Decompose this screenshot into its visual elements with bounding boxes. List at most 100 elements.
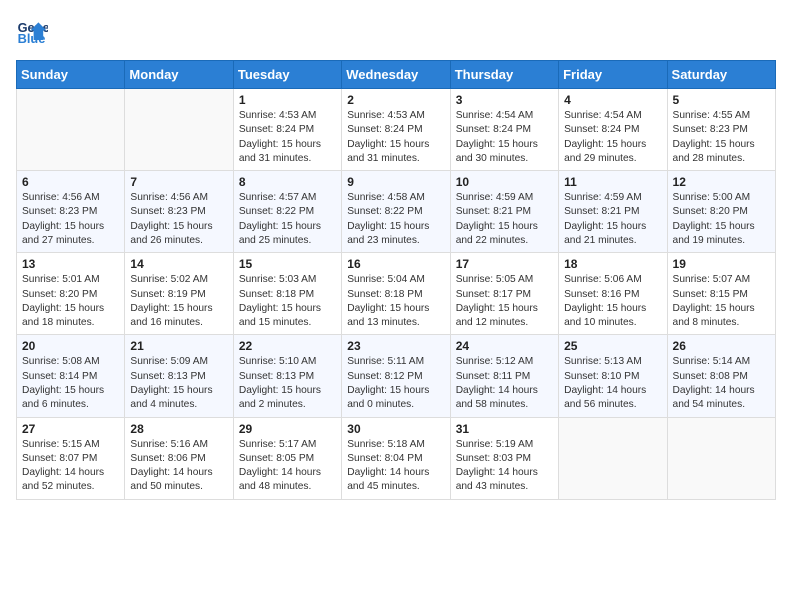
cell-content: Sunrise: 4:57 AM Sunset: 8:22 PM Dayligh… bbox=[239, 191, 336, 248]
cell-content: Sunrise: 4:53 AM Sunset: 8:24 PM Dayligh… bbox=[347, 109, 444, 166]
day-number: 23 bbox=[347, 339, 444, 353]
day-number: 26 bbox=[673, 339, 770, 353]
cell-content: Sunrise: 5:01 AM Sunset: 8:20 PM Dayligh… bbox=[22, 273, 119, 330]
day-number: 16 bbox=[347, 257, 444, 271]
day-number: 3 bbox=[456, 93, 553, 107]
calendar-cell: 2 Sunrise: 4:53 AM Sunset: 8:24 PM Daylig… bbox=[342, 89, 450, 171]
calendar-week-row: 13 Sunrise: 5:01 AM Sunset: 8:20 PM Dayli… bbox=[17, 253, 776, 335]
cell-content: Sunrise: 5:19 AM Sunset: 8:03 PM Dayligh… bbox=[456, 438, 553, 495]
day-number: 8 bbox=[239, 175, 336, 189]
calendar-cell: 31 Sunrise: 5:19 AM Sunset: 8:03 PM Dayli… bbox=[450, 417, 558, 499]
weekday-header: Monday bbox=[125, 61, 233, 89]
calendar-cell bbox=[667, 417, 775, 499]
day-number: 25 bbox=[564, 339, 661, 353]
cell-content: Sunrise: 5:04 AM Sunset: 8:18 PM Dayligh… bbox=[347, 273, 444, 330]
cell-content: Sunrise: 5:00 AM Sunset: 8:20 PM Dayligh… bbox=[673, 191, 770, 248]
cell-content: Sunrise: 5:12 AM Sunset: 8:11 PM Dayligh… bbox=[456, 355, 553, 412]
cell-content: Sunrise: 4:53 AM Sunset: 8:24 PM Dayligh… bbox=[239, 109, 336, 166]
calendar-cell: 16 Sunrise: 5:04 AM Sunset: 8:18 PM Dayli… bbox=[342, 253, 450, 335]
calendar-cell bbox=[559, 417, 667, 499]
cell-content: Sunrise: 4:56 AM Sunset: 8:23 PM Dayligh… bbox=[130, 191, 227, 248]
cell-content: Sunrise: 5:09 AM Sunset: 8:13 PM Dayligh… bbox=[130, 355, 227, 412]
day-number: 5 bbox=[673, 93, 770, 107]
calendar-cell: 7 Sunrise: 4:56 AM Sunset: 8:23 PM Daylig… bbox=[125, 171, 233, 253]
day-number: 10 bbox=[456, 175, 553, 189]
cell-content: Sunrise: 5:15 AM Sunset: 8:07 PM Dayligh… bbox=[22, 438, 119, 495]
cell-content: Sunrise: 5:14 AM Sunset: 8:08 PM Dayligh… bbox=[673, 355, 770, 412]
calendar-cell: 21Sunrise: 5:09 AM Sunset: 8:13 PM Dayli… bbox=[125, 335, 233, 417]
day-number: 18 bbox=[564, 257, 661, 271]
calendar-header-row: SundayMondayTuesdayWednesdayThursdayFrid… bbox=[17, 61, 776, 89]
cell-content: Sunrise: 4:56 AM Sunset: 8:23 PM Dayligh… bbox=[22, 191, 119, 248]
calendar-cell: 3 Sunrise: 4:54 AM Sunset: 8:24 PM Daylig… bbox=[450, 89, 558, 171]
weekday-header: Friday bbox=[559, 61, 667, 89]
day-number: 27 bbox=[22, 422, 119, 436]
day-number: 29 bbox=[239, 422, 336, 436]
calendar-cell: 30 Sunrise: 5:18 AM Sunset: 8:04 PM Dayli… bbox=[342, 417, 450, 499]
calendar-cell: 25 Sunrise: 5:13 AM Sunset: 8:10 PM Dayli… bbox=[559, 335, 667, 417]
day-number: 30 bbox=[347, 422, 444, 436]
calendar-cell: 26 Sunrise: 5:14 AM Sunset: 8:08 PM Dayli… bbox=[667, 335, 775, 417]
calendar-cell: 5 Sunrise: 4:55 AM Sunset: 8:23 PM Daylig… bbox=[667, 89, 775, 171]
cell-content: Sunrise: 5:06 AM Sunset: 8:16 PM Dayligh… bbox=[564, 273, 661, 330]
day-number: 4 bbox=[564, 93, 661, 107]
cell-content: Sunrise: 4:59 AM Sunset: 8:21 PM Dayligh… bbox=[456, 191, 553, 248]
cell-content: Sunrise: 5:05 AM Sunset: 8:17 PM Dayligh… bbox=[456, 273, 553, 330]
cell-content: Sunrise: 5:13 AM Sunset: 8:10 PM Dayligh… bbox=[564, 355, 661, 412]
cell-content: Sunrise: 5:07 AM Sunset: 8:15 PM Dayligh… bbox=[673, 273, 770, 330]
day-number: 1 bbox=[239, 93, 336, 107]
calendar-cell: 20Sunrise: 5:08 AM Sunset: 8:14 PM Dayli… bbox=[17, 335, 125, 417]
day-number: 2 bbox=[347, 93, 444, 107]
day-number: 15 bbox=[239, 257, 336, 271]
day-number: 12 bbox=[673, 175, 770, 189]
day-number: 11 bbox=[564, 175, 661, 189]
calendar-cell: 15Sunrise: 5:03 AM Sunset: 8:18 PM Dayli… bbox=[233, 253, 341, 335]
calendar-cell: 22 Sunrise: 5:10 AM Sunset: 8:13 PM Dayli… bbox=[233, 335, 341, 417]
calendar-cell: 4 Sunrise: 4:54 AM Sunset: 8:24 PM Daylig… bbox=[559, 89, 667, 171]
calendar-cell: 9 Sunrise: 4:58 AM Sunset: 8:22 PM Daylig… bbox=[342, 171, 450, 253]
day-number: 14 bbox=[130, 257, 227, 271]
day-number: 7 bbox=[130, 175, 227, 189]
calendar-cell bbox=[17, 89, 125, 171]
day-number: 6 bbox=[22, 175, 119, 189]
day-number: 28 bbox=[130, 422, 227, 436]
calendar-cell bbox=[125, 89, 233, 171]
cell-content: Sunrise: 5:18 AM Sunset: 8:04 PM Dayligh… bbox=[347, 438, 444, 495]
calendar-cell: 1 Sunrise: 4:53 AM Sunset: 8:24 PM Daylig… bbox=[233, 89, 341, 171]
calendar-cell: 11Sunrise: 4:59 AM Sunset: 8:21 PM Dayli… bbox=[559, 171, 667, 253]
cell-content: Sunrise: 4:54 AM Sunset: 8:24 PM Dayligh… bbox=[456, 109, 553, 166]
weekday-header: Sunday bbox=[17, 61, 125, 89]
cell-content: Sunrise: 4:58 AM Sunset: 8:22 PM Dayligh… bbox=[347, 191, 444, 248]
logo: General Blue bbox=[16, 16, 52, 48]
calendar-table: SundayMondayTuesdayWednesdayThursdayFrid… bbox=[16, 60, 776, 500]
calendar-cell: 29 Sunrise: 5:17 AM Sunset: 8:05 PM Dayli… bbox=[233, 417, 341, 499]
cell-content: Sunrise: 5:11 AM Sunset: 8:12 PM Dayligh… bbox=[347, 355, 444, 412]
day-number: 19 bbox=[673, 257, 770, 271]
weekday-header: Saturday bbox=[667, 61, 775, 89]
calendar-cell: 13 Sunrise: 5:01 AM Sunset: 8:20 PM Dayli… bbox=[17, 253, 125, 335]
day-number: 9 bbox=[347, 175, 444, 189]
calendar-cell: 28Sunrise: 5:16 AM Sunset: 8:06 PM Dayli… bbox=[125, 417, 233, 499]
cell-content: Sunrise: 5:02 AM Sunset: 8:19 PM Dayligh… bbox=[130, 273, 227, 330]
calendar-week-row: 6 Sunrise: 4:56 AM Sunset: 8:23 PM Daylig… bbox=[17, 171, 776, 253]
calendar-cell: 18 Sunrise: 5:06 AM Sunset: 8:16 PM Dayli… bbox=[559, 253, 667, 335]
cell-content: Sunrise: 5:08 AM Sunset: 8:14 PM Dayligh… bbox=[22, 355, 119, 412]
calendar-cell: 19 Sunrise: 5:07 AM Sunset: 8:15 PM Dayli… bbox=[667, 253, 775, 335]
weekday-header: Thursday bbox=[450, 61, 558, 89]
calendar-cell: 6 Sunrise: 4:56 AM Sunset: 8:23 PM Daylig… bbox=[17, 171, 125, 253]
calendar-week-row: 1 Sunrise: 4:53 AM Sunset: 8:24 PM Daylig… bbox=[17, 89, 776, 171]
calendar-cell: 12 Sunrise: 5:00 AM Sunset: 8:20 PM Dayli… bbox=[667, 171, 775, 253]
cell-content: Sunrise: 5:10 AM Sunset: 8:13 PM Dayligh… bbox=[239, 355, 336, 412]
calendar-cell: 8 Sunrise: 4:57 AM Sunset: 8:22 PM Daylig… bbox=[233, 171, 341, 253]
cell-content: Sunrise: 4:55 AM Sunset: 8:23 PM Dayligh… bbox=[673, 109, 770, 166]
day-number: 24 bbox=[456, 339, 553, 353]
weekday-header: Wednesday bbox=[342, 61, 450, 89]
day-number: 22 bbox=[239, 339, 336, 353]
logo-icon: General Blue bbox=[16, 16, 48, 48]
day-number: 31 bbox=[456, 422, 553, 436]
cell-content: Sunrise: 4:54 AM Sunset: 8:24 PM Dayligh… bbox=[564, 109, 661, 166]
calendar-cell: 10 Sunrise: 4:59 AM Sunset: 8:21 PM Dayli… bbox=[450, 171, 558, 253]
calendar-cell: 23 Sunrise: 5:11 AM Sunset: 8:12 PM Dayli… bbox=[342, 335, 450, 417]
day-number: 13 bbox=[22, 257, 119, 271]
cell-content: Sunrise: 5:17 AM Sunset: 8:05 PM Dayligh… bbox=[239, 438, 336, 495]
